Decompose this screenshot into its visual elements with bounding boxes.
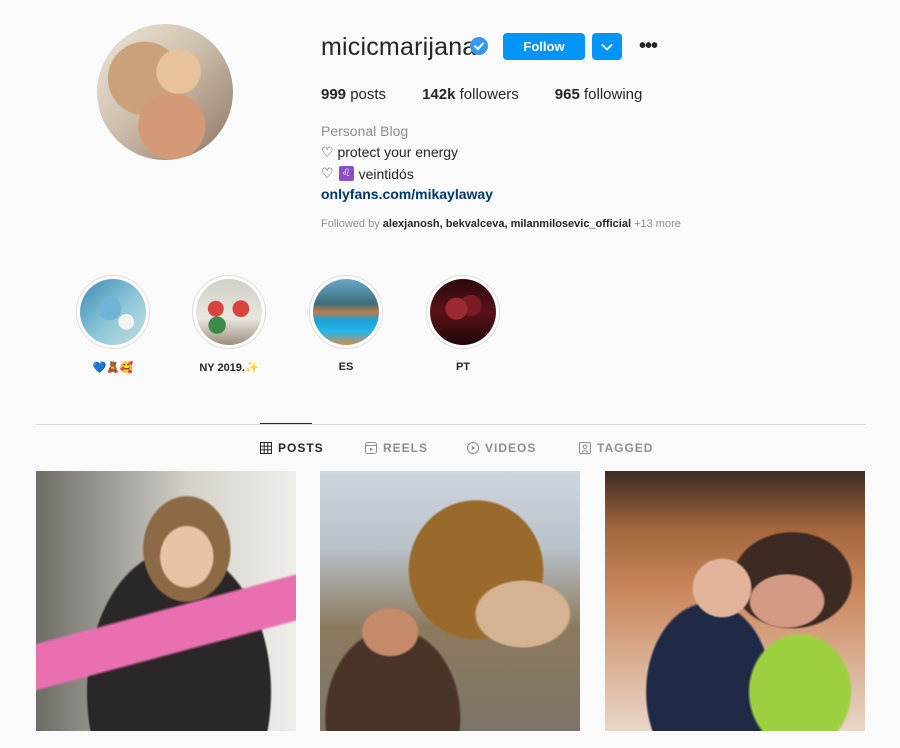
verified-badge-icon (470, 37, 488, 55)
followed-by-names: alexjanosh, bekvalceva, milanmilosevic_o… (382, 218, 632, 230)
bio-line-2-text: veintidós (358, 165, 414, 182)
story-highlight[interactable]: ES (308, 275, 384, 373)
profile-tabs: POSTS REELS VIDEOS TAGGED (0, 441, 900, 457)
story-highlight[interactable]: PT (425, 275, 501, 373)
followed-by-more: +13 more (634, 218, 681, 230)
highlight-label: 💙🧸🥰 (92, 362, 134, 374)
followed-by-prefix: Followed by (321, 218, 380, 230)
post-thumbnail[interactable] (36, 471, 296, 731)
followers-label: followers (459, 86, 519, 103)
post-thumbnail[interactable] (605, 471, 865, 731)
tag-icon (579, 442, 591, 454)
story-highlight[interactable]: 💙🧸🥰 (75, 275, 151, 374)
story-highlight[interactable]: NY 2019.✨ (191, 275, 267, 374)
bio-heart: ♡ (321, 165, 334, 181)
highlight-cover (430, 279, 496, 345)
following-count: 965 (554, 86, 580, 103)
tab-videos[interactable]: VIDEOS (467, 441, 536, 455)
play-icon (467, 442, 479, 454)
grid-icon (260, 442, 272, 454)
highlight-ring (76, 275, 150, 349)
following-label: following (584, 86, 643, 103)
post-thumbnail[interactable] (320, 471, 580, 731)
followed-by[interactable]: Followed by alexjanosh, bekvalceva, mila… (321, 218, 681, 230)
highlight-cover (80, 279, 146, 345)
profile-stats: 999 posts 142k followers 965 following (321, 86, 678, 103)
active-tab-indicator (260, 423, 312, 424)
bio-line-2: ♡ ♌ veintidós (321, 165, 414, 182)
more-options-icon[interactable]: ••• (638, 35, 658, 57)
tab-posts[interactable]: POSTS (260, 441, 324, 455)
tab-reels[interactable]: REELS (365, 441, 428, 455)
tab-videos-label: VIDEOS (485, 441, 537, 455)
tabs-divider (36, 424, 866, 425)
highlight-cover (313, 279, 379, 345)
highlight-label: PT (455, 361, 471, 373)
tab-tagged-label: TAGGED (597, 441, 654, 455)
suggested-accounts-button[interactable] (592, 33, 622, 60)
posts-count: 999 (321, 86, 347, 103)
profile-avatar[interactable] (97, 24, 233, 160)
followers-count: 142k (422, 86, 456, 103)
profile-category: Personal Blog (321, 123, 409, 139)
highlight-label: ES (338, 361, 354, 373)
posts-stat: 999 posts (321, 86, 386, 103)
posts-label: posts (350, 86, 387, 103)
highlight-ring (309, 275, 383, 349)
following-stat[interactable]: 965 following (555, 86, 643, 103)
tab-posts-label: POSTS (278, 441, 324, 455)
highlight-label: NY 2019.✨ (199, 362, 259, 374)
highlight-ring (192, 275, 266, 349)
followers-stat[interactable]: 142k followers (422, 86, 519, 103)
highlight-ring (426, 275, 500, 349)
tab-reels-label: REELS (383, 441, 429, 455)
profile-username: micicmarijana (321, 33, 477, 61)
chevron-down-icon (601, 43, 613, 51)
reels-icon (365, 442, 377, 454)
leo-zodiac-icon: ♌ (338, 166, 354, 181)
profile-website-link[interactable]: onlyfans.com/mikaylaway (321, 186, 493, 202)
follow-button[interactable]: Follow (503, 33, 585, 60)
tab-tagged[interactable]: TAGGED (579, 441, 653, 455)
highlight-cover (196, 279, 262, 345)
bio-line-1: ♡ protect your energy (321, 144, 459, 160)
